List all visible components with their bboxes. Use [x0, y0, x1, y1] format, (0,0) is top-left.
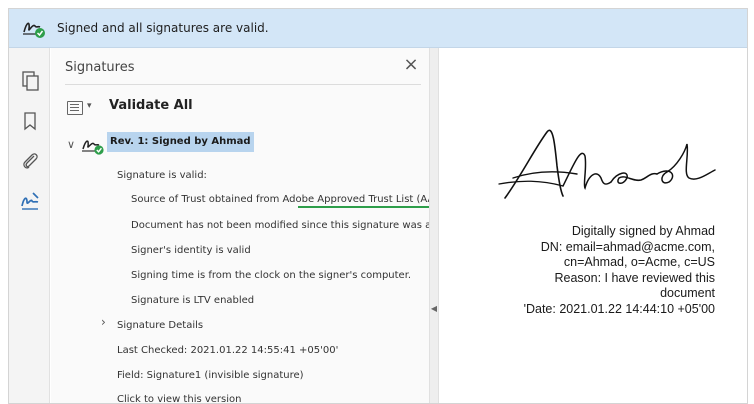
signature-valid-text: Signature is valid: [117, 170, 207, 181]
chevron-right-icon[interactable]: › [101, 315, 106, 329]
signing-time-text: Signing time is from the clock on the si… [131, 270, 412, 281]
stamp-line: cn=Ahmad, o=Acme, c=US [563, 255, 715, 269]
stamp-line: Digitally signed by Ahmad [571, 224, 715, 238]
acrobat-window: Signed and all signatures are valid. Sig… [8, 8, 748, 404]
validate-all-button[interactable]: Validate All [109, 98, 193, 113]
trust-source-prefix: Source of Trust obtained from [131, 194, 283, 205]
document-page: Digitally signed by Ahmad DN: email=ahma… [439, 48, 747, 403]
stamp-line: document [660, 286, 715, 300]
panel-splitter[interactable]: ◀ [429, 48, 439, 403]
stamp-line: 'Date: 2021.01.22 14:44:10 +05'00 [523, 301, 715, 316]
signatures-panel: Signatures × ▾ Validate All ∨ Rev. 1: Si… [51, 48, 462, 403]
trust-source-line: Source of Trust obtained from Adobe Appr… [131, 194, 452, 205]
panel-divider [65, 84, 421, 85]
panel-title: Signatures [65, 60, 135, 75]
last-checked-text: Last Checked: 2021.01.22 14:55:41 +05'00… [117, 345, 339, 356]
signature-status-banner: Signed and all signatures are valid. [9, 9, 747, 48]
trust-source-name: Adobe Approved Trust List (AATL). [282, 194, 453, 205]
pages-icon[interactable] [19, 70, 41, 92]
banner-text: Signed and all signatures are valid. [57, 21, 269, 35]
field-text: Field: Signature1 (invisible signature) [117, 370, 304, 381]
collapse-revision-icon[interactable]: ∨ [67, 138, 75, 151]
signature-details-toggle[interactable]: Signature Details [117, 320, 203, 331]
close-icon[interactable]: × [401, 55, 421, 75]
digital-signature-stamp: Digitally signed by Ahmad DN: email=ahma… [524, 224, 715, 317]
ltv-enabled-text: Signature is LTV enabled [131, 295, 255, 306]
signature-valid-icon [82, 140, 104, 155]
stamp-line: DN: email=ahmad@acme.com, [540, 239, 715, 254]
view-version-link[interactable]: Click to view this version [117, 394, 241, 403]
revision-label[interactable]: Rev. 1: Signed by Ahmad [107, 132, 254, 152]
stamp-line: Reason: I have reviewed this [554, 270, 715, 285]
collapse-panel-icon[interactable]: ◀ [430, 304, 438, 313]
signature-panel-icon[interactable] [19, 190, 41, 212]
handwritten-signature [498, 129, 716, 199]
identity-valid-text: Signer's identity is valid [131, 245, 251, 256]
bookmark-icon[interactable] [19, 110, 41, 132]
chevron-down-icon[interactable]: ▾ [87, 101, 92, 111]
options-list-icon[interactable] [67, 101, 83, 115]
signature-valid-icon [23, 22, 45, 38]
not-modified-text: Document has not been modified since thi… [131, 220, 462, 231]
attachment-icon[interactable] [19, 150, 41, 172]
left-tool-rail [9, 48, 50, 403]
